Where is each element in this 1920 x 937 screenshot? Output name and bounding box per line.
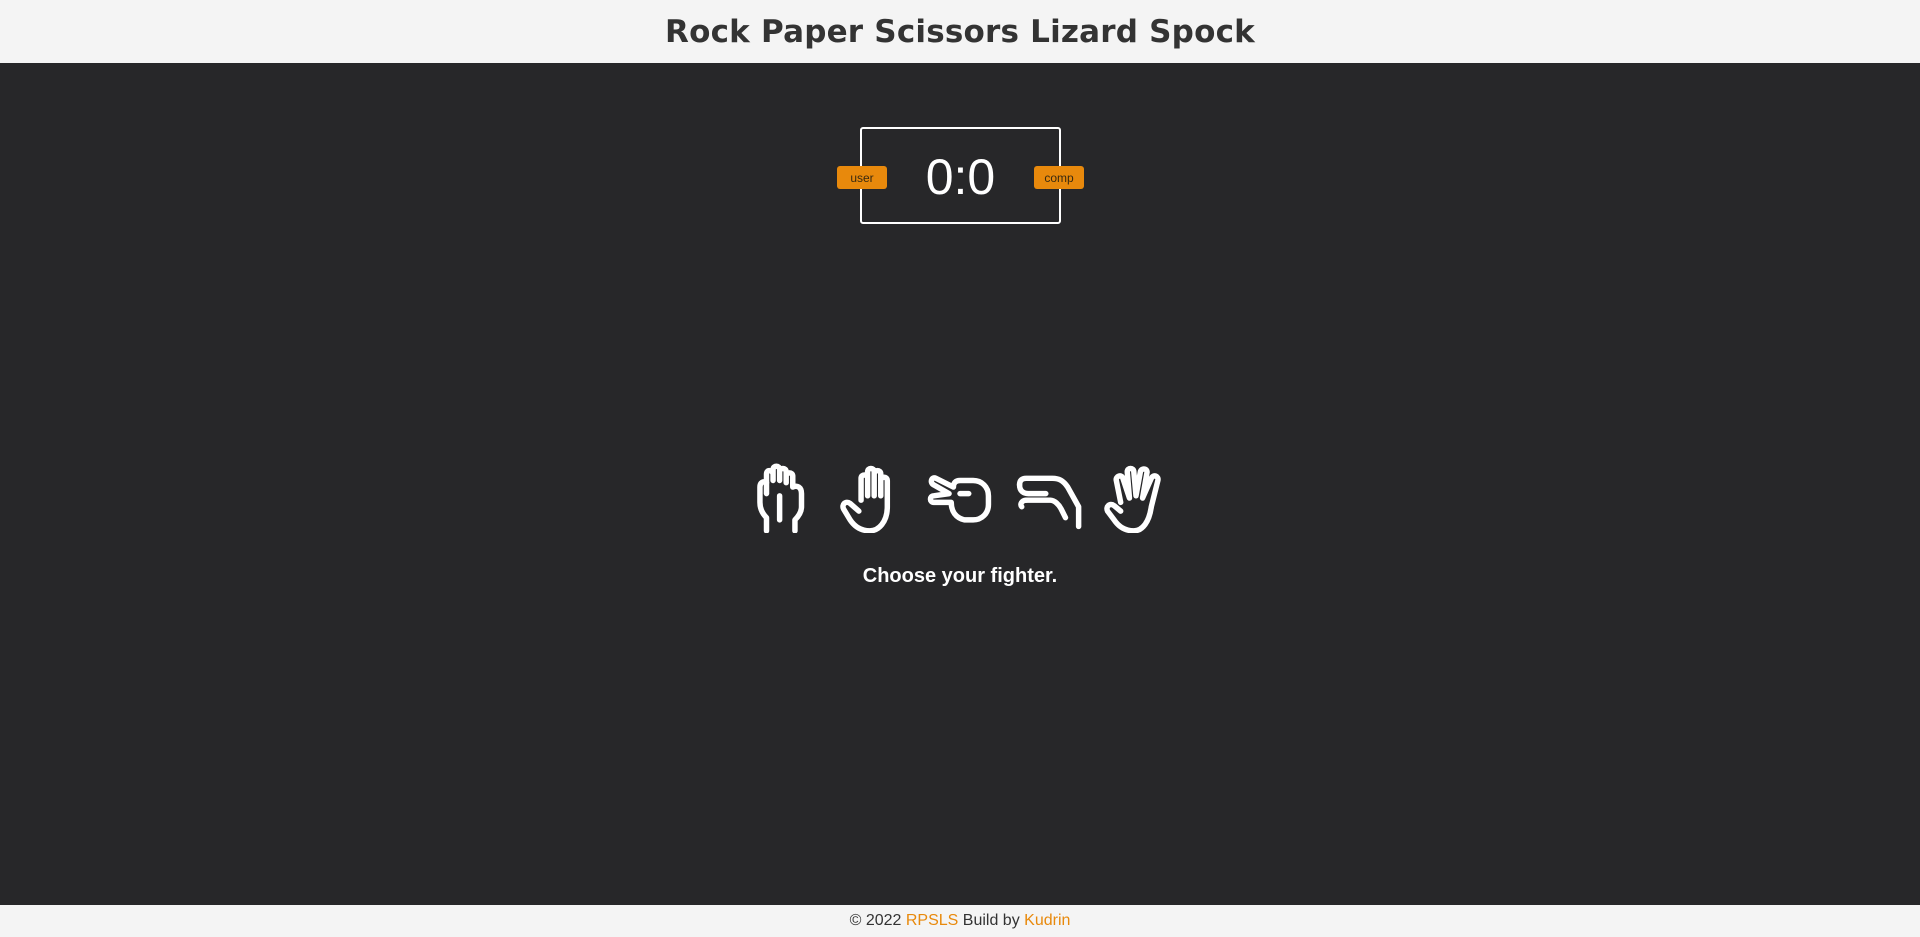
hand-spock-icon xyxy=(1104,465,1161,533)
page-header: Rock Paper Scissors Lizard Spock xyxy=(0,0,1920,63)
page-footer: © 2022 RPSLS Build by Kudrin xyxy=(0,905,1920,937)
paper-button[interactable] xyxy=(835,461,909,535)
comp-badge: comp xyxy=(1034,166,1084,189)
fighter-choices xyxy=(747,461,1173,535)
choose-prompt: Choose your fighter. xyxy=(862,565,1058,587)
build-by-text: Build by xyxy=(962,912,1020,929)
hand-paper-icon xyxy=(840,465,891,533)
hand-scissors-icon xyxy=(927,475,992,523)
spock-button[interactable] xyxy=(1099,461,1173,535)
copyright-text: © 2022 xyxy=(849,912,902,929)
game-area: user 0:0 comp Choose your fighter. xyxy=(0,63,1920,905)
scissors-button[interactable] xyxy=(923,461,997,535)
user-badge: user xyxy=(837,166,887,189)
hand-lizard-icon xyxy=(1016,475,1082,530)
rpsls-link[interactable]: RPSLS xyxy=(906,912,958,930)
hand-rock-icon xyxy=(757,463,805,533)
author-link[interactable]: Kudrin xyxy=(1024,912,1070,930)
score-display: 0:0 xyxy=(925,148,996,205)
lizard-button[interactable] xyxy=(1011,461,1085,535)
page-title: Rock Paper Scissors Lizard Spock xyxy=(665,13,1255,50)
rock-button[interactable] xyxy=(747,461,821,535)
scoreboard: user 0:0 comp xyxy=(837,127,1084,224)
